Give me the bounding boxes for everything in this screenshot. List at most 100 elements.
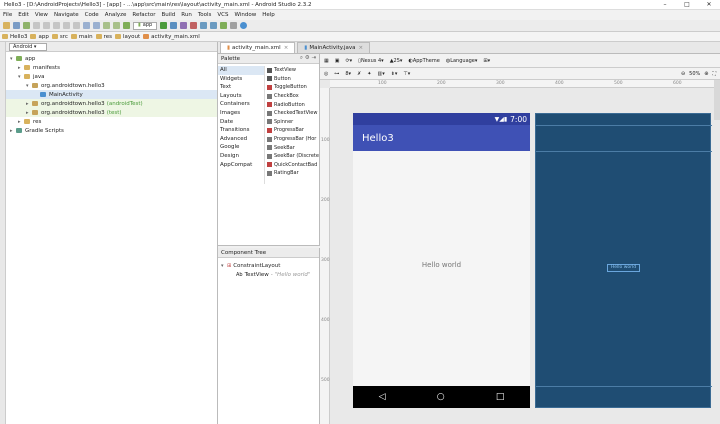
tree-item[interactable]: ▸ Gradle Scripts: [6, 126, 217, 135]
palette-item[interactable]: Button: [265, 75, 320, 84]
breadcrumb-activity-main[interactable]: activity_main.xml: [143, 34, 200, 40]
breadcrumb-hello3[interactable]: Hello3: [2, 34, 27, 40]
tree-item[interactable]: ▾ app: [6, 54, 217, 63]
palette-item[interactable]: CheckedTextView: [265, 109, 320, 118]
palette-category[interactable]: Design: [218, 152, 264, 161]
close-icon[interactable]: ×: [284, 45, 289, 51]
breadcrumb-main[interactable]: main: [70, 34, 93, 40]
language-select[interactable]: ◍ Language ▾: [446, 58, 478, 64]
project-view-select[interactable]: Android ▾: [9, 42, 48, 51]
menu-file[interactable]: File: [3, 12, 12, 18]
palette-item[interactable]: ToggleButton: [265, 83, 320, 92]
palette-category[interactable]: Layouts: [218, 92, 264, 101]
paste-icon[interactable]: [73, 22, 80, 29]
tree-item[interactable]: ▸ manifests: [6, 63, 217, 72]
help-icon[interactable]: [240, 22, 248, 29]
run-icon[interactable]: [160, 22, 168, 29]
palette-item[interactable]: SeekBar (Discrete: [265, 152, 320, 161]
infer-constraints-icon[interactable]: ✦: [367, 71, 371, 77]
zoom-fit-icon[interactable]: ⛶: [712, 71, 716, 77]
blueprint-preview[interactable]: Hello world: [535, 113, 712, 408]
make-icon[interactable]: [123, 22, 130, 29]
tree-item[interactable]: ▸ res: [6, 117, 217, 126]
tree-item[interactable]: ▸ org.androidtown.hello3 (androidTest): [6, 99, 217, 108]
tree-item[interactable]: ▾ java: [6, 72, 217, 81]
pack-icon[interactable]: ▥▾: [377, 71, 384, 77]
align-icon[interactable]: ⇟▾: [391, 71, 398, 77]
menu-edit[interactable]: Edit: [18, 12, 29, 18]
autoconnect-icon[interactable]: ⊶: [334, 71, 339, 77]
menu-code[interactable]: Code: [85, 12, 99, 18]
menu-vcs[interactable]: VCS: [217, 12, 228, 18]
menu-run[interactable]: Run: [181, 12, 192, 18]
palette-category[interactable]: AppCompat: [218, 161, 264, 170]
palette-category[interactable]: Images: [218, 109, 264, 118]
palette-item[interactable]: TextView: [265, 66, 320, 75]
palette-category[interactable]: All: [218, 66, 264, 75]
clear-constraints-icon[interactable]: ✗: [357, 71, 361, 77]
debug-icon[interactable]: [170, 22, 178, 29]
guidelines-icon[interactable]: ⊤▾: [403, 71, 410, 77]
theme-select[interactable]: ◐ AppTheme: [408, 58, 439, 64]
breadcrumb-res[interactable]: res: [95, 34, 112, 40]
menu-build[interactable]: Build: [161, 12, 175, 18]
android-device-monitor-icon[interactable]: [220, 22, 228, 29]
close-icon[interactable]: ×: [359, 45, 364, 51]
tree-item[interactable]: ▸ org.androidtown.hello3 (test): [6, 108, 217, 117]
tree-node-textview[interactable]: Ab TextView - "Hello world": [218, 270, 319, 279]
palette-category[interactable]: Transitions: [218, 126, 264, 135]
menu-view[interactable]: View: [35, 12, 48, 18]
palette-item[interactable]: RadioButton: [265, 100, 320, 109]
tree-item[interactable]: ▾ org.androidtown.hello3: [6, 81, 217, 90]
redo-icon[interactable]: [43, 22, 50, 29]
stop-icon[interactable]: [190, 22, 198, 29]
palette-item[interactable]: QuickContactBad: [265, 161, 320, 170]
cut-icon[interactable]: [53, 22, 60, 29]
back-icon[interactable]: [103, 22, 110, 29]
zoom-in-icon[interactable]: ⊕: [704, 71, 708, 77]
search-icon[interactable]: ⌕ ⚙ ⇥: [300, 55, 316, 62]
close-button[interactable]: ✕: [698, 1, 720, 8]
palette-item[interactable]: Spinner: [265, 118, 320, 127]
palette-category[interactable]: Text: [218, 83, 264, 92]
palette-item[interactable]: ProgressBar (Hor: [265, 135, 320, 144]
palette-item[interactable]: RatingBar: [265, 169, 320, 178]
replace-icon[interactable]: [93, 22, 100, 29]
run-config-select[interactable]: ▮ app: [133, 21, 158, 30]
layout-variants-icon[interactable]: ⊞▾: [483, 58, 490, 64]
avd-manager-icon[interactable]: [200, 22, 208, 29]
device-preview[interactable]: ▼◢▮ 7:00 Hello3 Hello world ◁ ○ □: [353, 113, 530, 408]
palette-category[interactable]: Widgets: [218, 75, 264, 84]
palette-item[interactable]: CheckBox: [265, 92, 320, 101]
show-constraints-icon[interactable]: ◎: [324, 71, 328, 77]
menu-navigate[interactable]: Navigate: [54, 12, 79, 18]
margin-select[interactable]: 8▾: [345, 71, 351, 77]
sync-icon[interactable]: [23, 22, 30, 29]
breadcrumb-src[interactable]: src: [51, 34, 68, 40]
menu-tools[interactable]: Tools: [198, 12, 212, 18]
minimize-button[interactable]: –: [654, 1, 676, 8]
blueprint-hello-textview[interactable]: Hello world: [607, 264, 640, 272]
zoom-out-icon[interactable]: ⊖: [681, 71, 685, 77]
project-structure-icon[interactable]: [230, 22, 238, 29]
menu-window[interactable]: Window: [235, 12, 257, 18]
orientation-icon[interactable]: ⟳▾: [345, 58, 352, 64]
tab-main-activity-java[interactable]: ▮ MainActivity.java ×: [297, 42, 371, 53]
menu-analyze[interactable]: Analyze: [105, 12, 127, 18]
sdk-manager-icon[interactable]: [210, 22, 218, 29]
palette-item[interactable]: SeekBar: [265, 143, 320, 152]
palette-category[interactable]: Date: [218, 118, 264, 127]
undo-icon[interactable]: [33, 22, 40, 29]
palette-item[interactable]: ProgressBar: [265, 126, 320, 135]
api-select[interactable]: ▲ 25 ▾: [390, 58, 403, 64]
device-select[interactable]: ▯ Nexus 4 ▾: [358, 58, 384, 64]
palette-category[interactable]: Containers: [218, 100, 264, 109]
tree-item[interactable]: MainActivity: [6, 90, 217, 99]
open-icon[interactable]: [3, 22, 10, 29]
breadcrumb-app[interactable]: app: [30, 34, 49, 40]
palette-category[interactable]: Google: [218, 143, 264, 152]
copy-icon[interactable]: [63, 22, 70, 29]
blueprint-mode-icon[interactable]: ▣: [335, 58, 340, 64]
menu-help[interactable]: Help: [262, 12, 275, 18]
hello-textview[interactable]: Hello world: [353, 261, 530, 269]
